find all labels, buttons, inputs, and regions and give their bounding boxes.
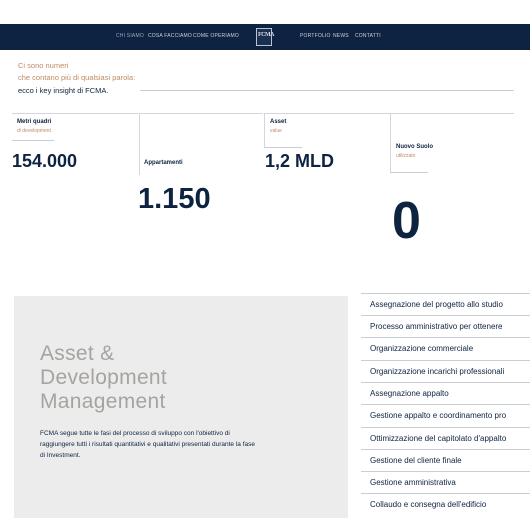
intro-line-3: ecco i key insight di FCMA.	[18, 86, 109, 95]
nav-cosa-facciamo[interactable]: COSA FACCIAMO	[148, 33, 192, 39]
stat-3-sublabel: value	[270, 128, 282, 134]
stat-2-value: 1.150	[138, 183, 211, 215]
panel-body-line-3: di Investment.	[40, 452, 81, 459]
process-step-label: Collaudo e consegna dell'edificio	[370, 500, 487, 509]
process-step[interactable]: Collaudo e consegna dell'edificio	[361, 493, 530, 515]
stat-1-underline	[12, 140, 54, 141]
stat-4-underline	[390, 172, 428, 173]
process-step[interactable]: Processo amministrativo per ottenere	[361, 315, 530, 337]
stat-4-side-border	[390, 113, 391, 173]
stat-4-value: 0	[392, 192, 421, 250]
process-step-label: Gestione amministrativa	[370, 478, 456, 487]
stat-1-value: 154.000	[12, 151, 78, 171]
process-step[interactable]: Organizzazione commerciale	[361, 337, 530, 359]
stat-3-underline	[264, 147, 302, 148]
process-step[interactable]: Gestione del cliente finale	[361, 449, 530, 471]
stat-3-value: 1,2 MLD	[265, 151, 335, 171]
process-step-label: Gestione del cliente finale	[370, 456, 462, 465]
process-step-label: Ottimizzazione del capitolato d'appalto	[370, 434, 507, 443]
nav-news[interactable]: NEWS	[333, 33, 349, 39]
process-step[interactable]: Assegnazione appalto	[361, 382, 530, 404]
stat-2-label: Appartamenti	[144, 160, 183, 166]
panel-title-line-1: Asset &	[40, 342, 115, 365]
stat-3-side-border	[264, 113, 265, 148]
panel-title-line-3: Management	[40, 390, 166, 413]
process-step[interactable]: Assegnazione del progetto allo studio	[361, 293, 530, 315]
stat-4-sublabel: utilizzato	[396, 153, 416, 159]
process-step[interactable]: Organizzazione incarichi professionali	[361, 360, 530, 382]
nav-portfolio[interactable]: PORTFOLIO	[300, 33, 331, 39]
process-step-label: Organizzazione incarichi professionali	[370, 367, 505, 376]
stat-2-side-border	[139, 113, 140, 175]
fcma-logo[interactable]: FCMA	[256, 28, 275, 46]
stat-2-top-border	[139, 113, 263, 114]
stat-4-top-border	[390, 113, 514, 114]
process-step[interactable]: Ottimizzazione del capitolato d'appalto	[361, 427, 530, 449]
panel-body-line-2: raggiungere tutti i risultati quantitati…	[40, 441, 255, 448]
nav-chi-siamo[interactable]: CHI SIAMO	[116, 33, 144, 39]
process-step-label: Organizzazione commerciale	[370, 344, 474, 353]
process-step-label: Gestione appalto e coordinamento pro	[370, 411, 507, 420]
process-step-label: Assegnazione appalto	[370, 389, 449, 398]
nav-contatti[interactable]: CONTATTI	[355, 33, 381, 39]
panel-body-line-1: FCMA segue tutte le fasi del processo di…	[40, 430, 230, 437]
stat-1-top-border	[12, 113, 138, 114]
intro-divider	[140, 90, 514, 91]
nav-come-operiamo[interactable]: COME OPERIAMO	[193, 33, 239, 39]
intro-line-1: Ci sono numeri	[18, 61, 69, 70]
top-whitespace	[0, 0, 530, 24]
process-step[interactable]: Gestione appalto e coordinamento pro	[361, 404, 530, 426]
intro-line-2: che contano più di qualsiasi parola:	[18, 73, 136, 82]
stat-4-label: Nuovo Suolo	[396, 144, 433, 150]
logo-text: FCMA	[258, 32, 275, 38]
panel-title-line-2: Development	[40, 366, 168, 389]
stat-3-label: Asset	[270, 119, 287, 125]
process-step-label: Processo amministrativo per ottenere	[370, 322, 503, 331]
stat-1-sublabel: di development	[17, 128, 51, 134]
process-step[interactable]: Gestione amministrativa	[361, 471, 530, 493]
process-step-label: Assegnazione del progetto allo studio	[370, 300, 503, 309]
stat-3-top-border	[264, 113, 390, 114]
stat-1-label: Metri quadri	[17, 119, 52, 125]
